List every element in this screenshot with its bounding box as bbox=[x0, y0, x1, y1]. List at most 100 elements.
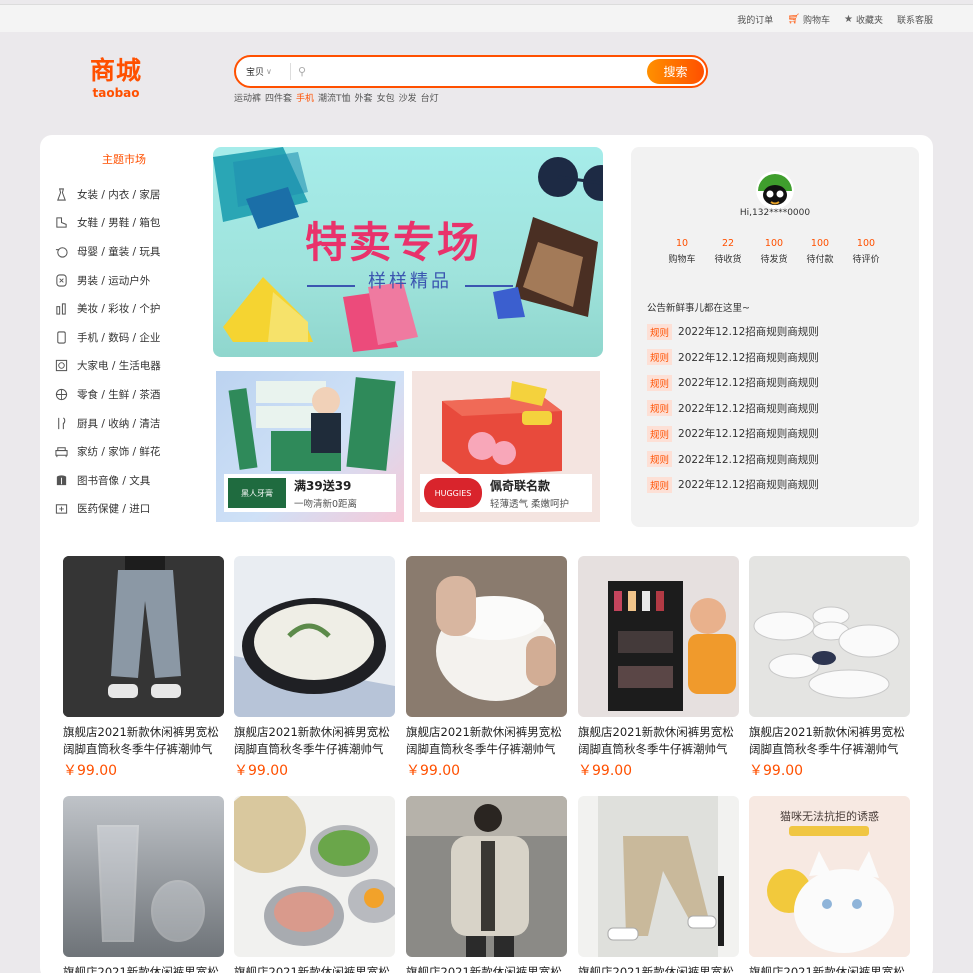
promo-headline: 佩奇联名款 bbox=[490, 478, 551, 493]
category-label: 厨具 / 收纳 / 清洁 bbox=[77, 417, 161, 430]
stat-count: 100 bbox=[764, 238, 784, 249]
order-stats: 10 购物车 22 待收货 100 待发货 100 待付款 100 待评价 bbox=[659, 238, 889, 265]
hot-words: 运动裤 四件套 手机 潮流T恤 外套 女包 沙发 台灯 bbox=[234, 91, 439, 104]
brand-name: HUGGIES bbox=[434, 488, 472, 498]
hot-word[interactable]: 沙发 bbox=[399, 91, 417, 104]
promo-headline: 满39送39 bbox=[294, 478, 352, 493]
notice-item[interactable]: 规则 2022年12.12招商规则商规则 bbox=[647, 319, 819, 345]
category-item[interactable]: 女装 / 内衣 / 家居 bbox=[54, 180, 204, 209]
brand-logo: HUGGIES bbox=[424, 478, 482, 508]
category-item[interactable]: 图书音像 / 文具 bbox=[54, 466, 204, 495]
promo-card-diapers[interactable]: HUGGIES 佩奇联名款 轻薄透气 柔嫩呵护 bbox=[412, 371, 600, 522]
hot-word[interactable]: 四件套 bbox=[265, 91, 292, 104]
search-input[interactable] bbox=[312, 62, 642, 82]
category-item[interactable]: 厨具 / 收纳 / 清洁 bbox=[54, 409, 204, 438]
product-card[interactable]: 旗舰店2021新款休闲裤男宽松阔脚直筒秋冬季牛仔裤潮帅气 bbox=[578, 796, 740, 973]
hot-word[interactable]: 女包 bbox=[377, 91, 395, 104]
product-image-jeans bbox=[63, 556, 224, 717]
favorites-label: 收藏夹 bbox=[855, 15, 883, 26]
top-links: 我的订单 🛒︎ 购物车 ★ 收藏夹 联系客服 bbox=[737, 5, 933, 33]
notice-item[interactable]: 规则 2022年12.12招商规则商规则 bbox=[647, 472, 819, 498]
hot-word[interactable]: 运动裤 bbox=[234, 91, 261, 104]
stat-label: 购物车 bbox=[668, 255, 696, 265]
category-label: 女装 / 内衣 / 家居 bbox=[77, 188, 161, 201]
medicine-icon bbox=[54, 502, 68, 516]
category-item[interactable]: 医药保健 / 进口 bbox=[54, 495, 204, 524]
hot-word-active[interactable]: 手机 bbox=[296, 91, 314, 104]
banner-title: 特卖专场 bbox=[305, 218, 482, 267]
category-label: 大家电 / 生活电器 bbox=[77, 360, 161, 373]
promo-card-toothpaste[interactable]: 黑人牙膏 满39送39 一吻清新0距离 bbox=[216, 371, 404, 522]
my-orders-label: 我的订单 bbox=[737, 15, 774, 26]
product-card[interactable]: 旗舰店2021新款休闲裤男宽松阔脚直筒秋冬季牛仔裤潮帅气 ￥99.00 bbox=[63, 556, 225, 780]
dress-icon bbox=[54, 187, 68, 201]
category-item[interactable]: 手机 / 数码 / 企业 bbox=[54, 323, 204, 352]
customer-service-link[interactable]: 联系客服 bbox=[897, 13, 933, 26]
category-item[interactable]: 美妆 / 彩妆 / 个护 bbox=[54, 294, 204, 323]
product-image-tableware bbox=[749, 556, 910, 717]
promo-label: HUGGIES 佩奇联名款 轻薄透气 柔嫩呵护 bbox=[420, 474, 592, 512]
search-type-label: 宝贝 bbox=[246, 68, 265, 78]
favorites-link[interactable]: ★ 收藏夹 bbox=[844, 13, 883, 26]
search-button[interactable]: 搜索 bbox=[647, 59, 704, 84]
category-label: 零食 / 生鲜 / 茶酒 bbox=[77, 388, 161, 401]
category-label: 男装 / 运动户外 bbox=[77, 274, 151, 287]
product-card[interactable]: 旗舰店2021新款休闲裤男宽松阔脚直筒秋冬季牛仔裤潮帅气 bbox=[406, 796, 568, 973]
kitchen-icon bbox=[54, 416, 68, 430]
search-type-select[interactable]: 宝贝 ∨ bbox=[246, 57, 272, 86]
stat-count: 100 bbox=[810, 238, 830, 249]
stat-to-ship[interactable]: 100 待发货 bbox=[751, 238, 797, 265]
category-item[interactable]: 男装 / 运动户外 bbox=[54, 266, 204, 295]
baby-icon bbox=[54, 244, 68, 258]
stat-cart[interactable]: 10 购物车 bbox=[659, 238, 705, 265]
hot-word[interactable]: 外套 bbox=[355, 91, 373, 104]
product-name: 旗舰店2021新款休闲裤男宽松阔脚直筒秋冬季牛仔裤潮帅气 bbox=[63, 725, 219, 756]
product-card[interactable]: 旗舰店2021新款休闲裤男宽松阔脚直筒秋冬季牛仔裤潮帅气 bbox=[63, 796, 225, 973]
notice-item[interactable]: 规则 2022年12.12招商规则商规则 bbox=[647, 345, 819, 371]
hot-word[interactable]: 台灯 bbox=[421, 91, 439, 104]
sport-icon bbox=[54, 273, 68, 287]
logo-cn: 商城 bbox=[89, 56, 142, 85]
product-card[interactable]: 猫咪无法抗拒的诱惑 旗舰店2021新款休闲裤男宽松阔脚直筒秋冬季牛仔裤潮帅气 bbox=[749, 796, 911, 973]
search-divider bbox=[290, 63, 291, 80]
category-item[interactable]: 大家电 / 生活电器 bbox=[54, 352, 204, 381]
product-image-cosmetic-rack bbox=[578, 556, 739, 717]
hot-word[interactable]: 潮流T恤 bbox=[318, 91, 351, 104]
cart-icon: 🛒︎ bbox=[787, 13, 800, 25]
product-image-khaki-pants bbox=[578, 796, 739, 957]
stat-label: 待发货 bbox=[760, 255, 788, 265]
my-orders-link[interactable]: 我的订单 bbox=[737, 13, 773, 26]
stat-label: 待评价 bbox=[852, 255, 880, 265]
stat-to-pay[interactable]: 100 待付款 bbox=[797, 238, 843, 265]
category-item[interactable]: 母婴 / 童装 / 玩具 bbox=[54, 237, 204, 266]
product-card[interactable]: 旗舰店2021新款休闲裤男宽松阔脚直筒秋冬季牛仔裤潮帅气 ￥99.00 bbox=[749, 556, 911, 780]
avatar[interactable] bbox=[756, 171, 794, 209]
notice-title: 公告新鲜事儿都在这里~ bbox=[647, 303, 750, 314]
notice-item[interactable]: 规则 2022年12.12招商规则商规则 bbox=[647, 370, 819, 396]
category-item[interactable]: 女鞋 / 男鞋 / 箱包 bbox=[54, 209, 204, 238]
stat-to-receive[interactable]: 22 待收货 bbox=[705, 238, 751, 265]
notice-item[interactable]: 规则 2022年12.12招商规则商规则 bbox=[647, 421, 819, 447]
notice-item[interactable]: 规则 2022年12.12招商规则商规则 bbox=[647, 396, 819, 422]
product-image-glass-cups bbox=[63, 796, 224, 957]
cart-link[interactable]: 🛒︎ 购物车 bbox=[787, 13, 830, 26]
product-price: ￥99.00 bbox=[63, 763, 118, 779]
product-price: ￥99.00 bbox=[749, 763, 804, 779]
product-card[interactable]: 旗舰店2021新款休闲裤男宽松阔脚直筒秋冬季牛仔裤潮帅气 ￥99.00 bbox=[406, 556, 568, 780]
site-logo[interactable]: 商城 taobao bbox=[86, 56, 146, 100]
stat-label: 待付款 bbox=[806, 255, 834, 265]
product-card[interactable]: 旗舰店2021新款休闲裤男宽松阔脚直筒秋冬季牛仔裤潮帅气 ￥99.00 bbox=[234, 556, 396, 780]
category-item[interactable]: 零食 / 生鲜 / 茶酒 bbox=[54, 380, 204, 409]
category-list: 女装 / 内衣 / 家居 女鞋 / 男鞋 / 箱包 母婴 / 童装 / 玩具 男… bbox=[54, 180, 204, 523]
category-label: 医药保健 / 进口 bbox=[77, 503, 151, 516]
product-card[interactable]: 旗舰店2021新款休闲裤男宽松阔脚直筒秋冬季牛仔裤潮帅气 ￥99.00 bbox=[578, 556, 740, 780]
logo-en: taobao bbox=[92, 86, 140, 100]
notice-text: 2022年12.12招商规则商规则 bbox=[678, 377, 819, 390]
notice-text: 2022年12.12招商规则商规则 bbox=[678, 402, 819, 415]
main-banner[interactable]: 特卖专场 样样精品 bbox=[213, 147, 603, 357]
product-card[interactable]: 旗舰店2021新款休闲裤男宽松阔脚直筒秋冬季牛仔裤潮帅气 bbox=[234, 796, 396, 973]
notice-item[interactable]: 规则 2022年12.12招商规则商规则 bbox=[647, 447, 819, 473]
category-item[interactable]: 家纺 / 家饰 / 鲜花 bbox=[54, 437, 204, 466]
customer-service-label: 联系客服 bbox=[896, 15, 933, 26]
stat-to-review[interactable]: 100 待评价 bbox=[843, 238, 889, 265]
